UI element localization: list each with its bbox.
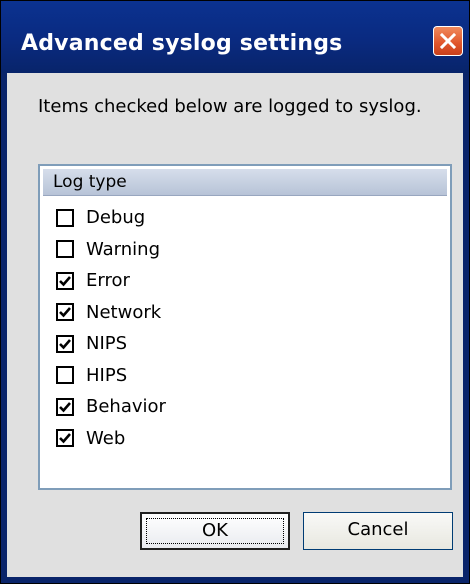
checkbox[interactable]	[56, 208, 74, 227]
checkbox[interactable]	[56, 366, 74, 385]
log-type-items: Debug Warning Error Network NIPS HIPS Behavior…	[56, 202, 166, 454]
log-type-item-nips[interactable]: NIPS	[56, 328, 166, 360]
log-type-item-hips[interactable]: HIPS	[56, 360, 166, 392]
checkmark-icon	[59, 338, 71, 350]
list-header-label: Log type	[53, 172, 127, 192]
checkmark-icon	[59, 433, 71, 444]
log-type-label: Debug	[86, 207, 146, 229]
checkmark-icon	[59, 307, 71, 318]
checkbox[interactable]	[56, 240, 74, 259]
log-type-item-network[interactable]: Network	[56, 297, 166, 329]
cancel-button-label: Cancel	[347, 519, 409, 540]
ok-button[interactable]: OK	[140, 512, 290, 550]
checkbox[interactable]	[56, 429, 74, 448]
log-type-label: Error	[86, 270, 130, 292]
log-type-label: Web	[86, 427, 126, 449]
log-type-label: HIPS	[86, 364, 128, 386]
log-type-item-web[interactable]: Web	[56, 423, 166, 455]
log-type-label: Warning	[86, 238, 161, 260]
checkbox[interactable]	[56, 397, 74, 416]
checkbox[interactable]	[56, 303, 74, 322]
dialog-title: Advanced syslog settings	[21, 31, 343, 56]
log-type-item-behavior[interactable]: Behavior	[56, 391, 166, 423]
close-icon	[439, 32, 457, 50]
checkmark-icon	[59, 401, 71, 413]
log-type-label: Network	[86, 301, 162, 323]
list-header[interactable]: Log type	[43, 169, 447, 196]
log-type-item-error[interactable]: Error	[56, 265, 166, 297]
log-type-listbox[interactable]: Log type Debug Warning Error Network NIPS HIP…	[38, 164, 452, 490]
ok-button-label: OK	[202, 520, 228, 541]
cancel-button[interactable]: Cancel	[303, 512, 453, 550]
log-type-label: NIPS	[86, 333, 128, 355]
checkbox[interactable]	[56, 334, 74, 353]
close-button[interactable]	[433, 26, 463, 56]
log-type-label: Behavior	[86, 396, 166, 418]
log-type-item-debug[interactable]: Debug	[56, 202, 166, 234]
title-bar[interactable]: Advanced syslog settings	[1, 1, 469, 73]
checkmark-icon	[59, 275, 71, 287]
instruction-text: Items checked below are logged to syslog…	[38, 96, 422, 117]
checkbox[interactable]	[56, 271, 74, 290]
log-type-item-warning[interactable]: Warning	[56, 234, 166, 266]
